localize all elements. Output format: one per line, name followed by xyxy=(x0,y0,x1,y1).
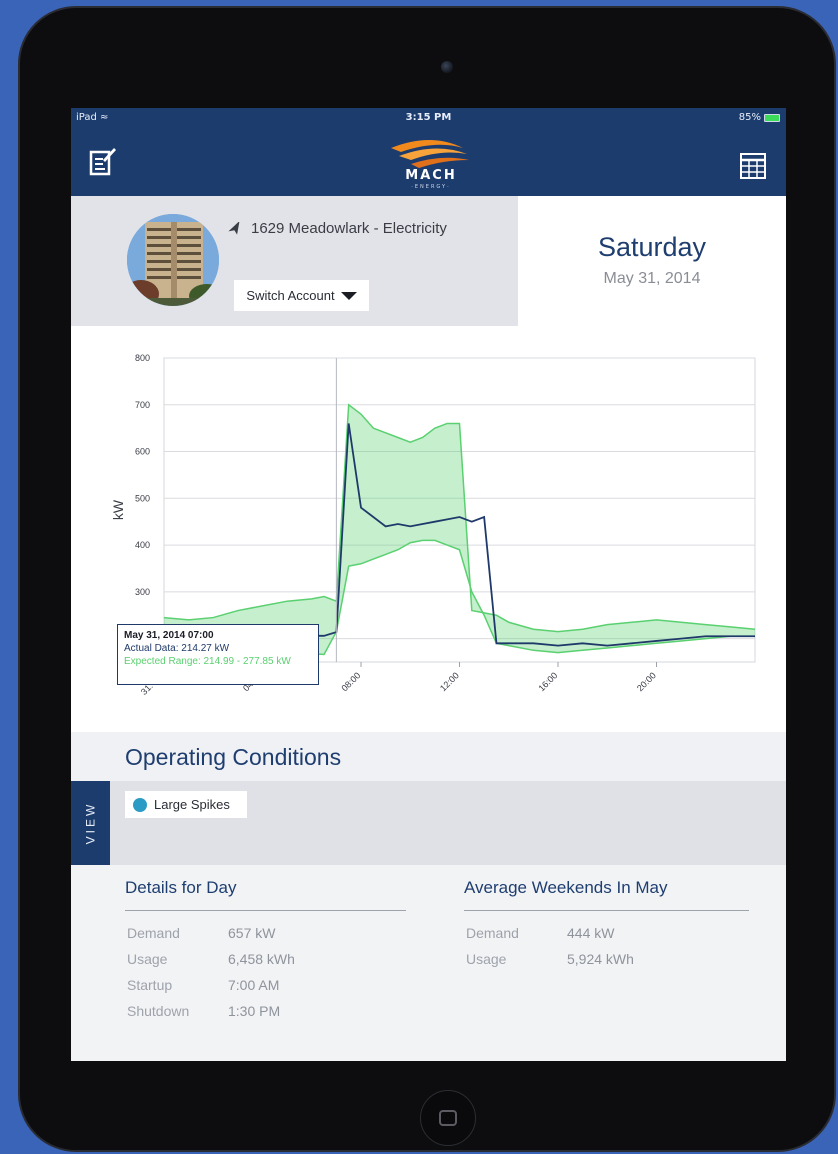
x-tick-label: 08:00 xyxy=(339,670,362,693)
spike-dot-icon xyxy=(133,797,147,812)
details-value: 5,924 kWh xyxy=(567,951,634,967)
operating-conditions-header: Operating Conditions xyxy=(71,732,786,781)
details-row: Usage 5,924 kWh xyxy=(466,946,749,972)
battery-percent: 85% xyxy=(738,112,761,123)
chip-label: Large Spikes xyxy=(154,797,230,812)
details-value: 657 kW xyxy=(228,925,276,941)
details-key: Startup xyxy=(127,977,173,993)
logo-subtext: ·ENERGY· xyxy=(411,184,451,190)
details-avg-title: Average Weekends In May xyxy=(464,878,668,897)
details-key: Demand xyxy=(127,925,180,941)
tooltip-date: May 31, 2014 07:00 xyxy=(124,630,214,641)
calculator-grid-icon[interactable] xyxy=(740,153,766,179)
details-day-title: Details for Day xyxy=(125,878,237,897)
details-row: Usage 6,458 kWh xyxy=(127,946,406,972)
switch-account-label: Switch Account xyxy=(246,288,335,303)
details-key: Demand xyxy=(466,925,519,941)
details-key: Shutdown xyxy=(127,1003,190,1019)
y-tick-label: 800 xyxy=(135,353,150,363)
details-row: Demand 444 kW xyxy=(466,920,749,946)
y-tick-label: 600 xyxy=(135,447,150,457)
logo-text: MACH xyxy=(405,168,457,183)
details-day-list: Demand 657 kW Usage 6,458 kWh Startup 7:00 AM… xyxy=(125,920,406,1024)
details-row: Shutdown 1:30 PM xyxy=(127,998,406,1024)
date-full: May 31, 2014 xyxy=(603,270,701,287)
nav-bar: MACH ·ENERGY· xyxy=(71,128,786,196)
date-day: Saturday xyxy=(597,232,707,262)
details-value: 1:30 PM xyxy=(228,1003,281,1019)
details-row: Demand 657 kW xyxy=(127,920,406,946)
details-value: 7:00 AM xyxy=(228,977,280,993)
battery-icon xyxy=(764,113,780,122)
front-camera xyxy=(441,61,453,73)
details-value: 6,458 kWh xyxy=(228,951,295,967)
home-button[interactable] xyxy=(420,1090,476,1146)
x-tick-label: 12:00 xyxy=(438,670,461,693)
status-battery: 85% xyxy=(739,112,780,123)
account-name: 1629 Meadowlark - Electricity xyxy=(251,220,447,237)
view-band: VIEW Large Spikes xyxy=(71,781,786,865)
details-section: Details for Day Demand 657 kW Usage 6,458 k… xyxy=(71,865,786,1061)
details-avg-divider xyxy=(464,910,749,911)
y-tick-label: 400 xyxy=(135,540,150,550)
status-bar: iPad ≈ 3:15 PM 85% xyxy=(71,108,786,128)
details-avg-list: Demand 444 kW Usage 5,924 kWh xyxy=(464,920,749,972)
details-key: Usage xyxy=(127,951,168,967)
details-row: Startup 7:00 AM xyxy=(127,972,406,998)
mach-energy-logo: MACH ·ENERGY· xyxy=(381,134,481,192)
view-tab[interactable]: VIEW xyxy=(71,781,110,865)
chart-tooltip: May 31, 2014 07:00 Actual Data: 214.27 k… xyxy=(117,624,319,685)
details-avg-column: Average Weekends In May Demand 444 kW Usag… xyxy=(464,865,749,972)
y-tick-label: 700 xyxy=(135,400,150,410)
home-square-icon xyxy=(439,1110,457,1126)
view-tab-label: VIEW xyxy=(83,801,98,845)
tooltip-expected: Expected Range: 214.99 - 277.85 kW xyxy=(124,656,291,667)
x-tick-label: 20:00 xyxy=(635,670,658,693)
building-avatar xyxy=(127,214,219,306)
tooltip-actual: Actual Data: 214.27 kW xyxy=(124,643,230,654)
app-screen: iPad ≈ 3:15 PM 85% MACH ·ENERGY· 1629 Me… xyxy=(71,108,786,1061)
switch-account-button[interactable]: Switch Account xyxy=(234,280,369,311)
account-panel: 1629 Meadowlark - Electricity Switch Acc… xyxy=(71,196,518,326)
y-tick-label: 300 xyxy=(135,587,150,597)
chevron-down-icon xyxy=(340,291,357,300)
details-day-column: Details for Day Demand 657 kW Usage 6,458 k… xyxy=(125,865,406,1024)
details-day-divider xyxy=(125,910,406,911)
y-axis-label: kW xyxy=(110,499,126,520)
operating-conditions-title: Operating Conditions xyxy=(125,744,342,770)
location-arrow-icon xyxy=(228,221,240,235)
status-time: 3:15 PM xyxy=(405,112,452,123)
notes-edit-icon[interactable] xyxy=(89,146,117,176)
account-name-row: 1629 Meadowlark - Electricity xyxy=(227,220,447,237)
large-spikes-chip[interactable]: Large Spikes xyxy=(125,791,247,818)
details-key: Usage xyxy=(466,951,507,967)
x-tick-label: 16:00 xyxy=(536,670,559,693)
y-tick-label: 500 xyxy=(135,493,150,503)
details-value: 444 kW xyxy=(567,925,615,941)
